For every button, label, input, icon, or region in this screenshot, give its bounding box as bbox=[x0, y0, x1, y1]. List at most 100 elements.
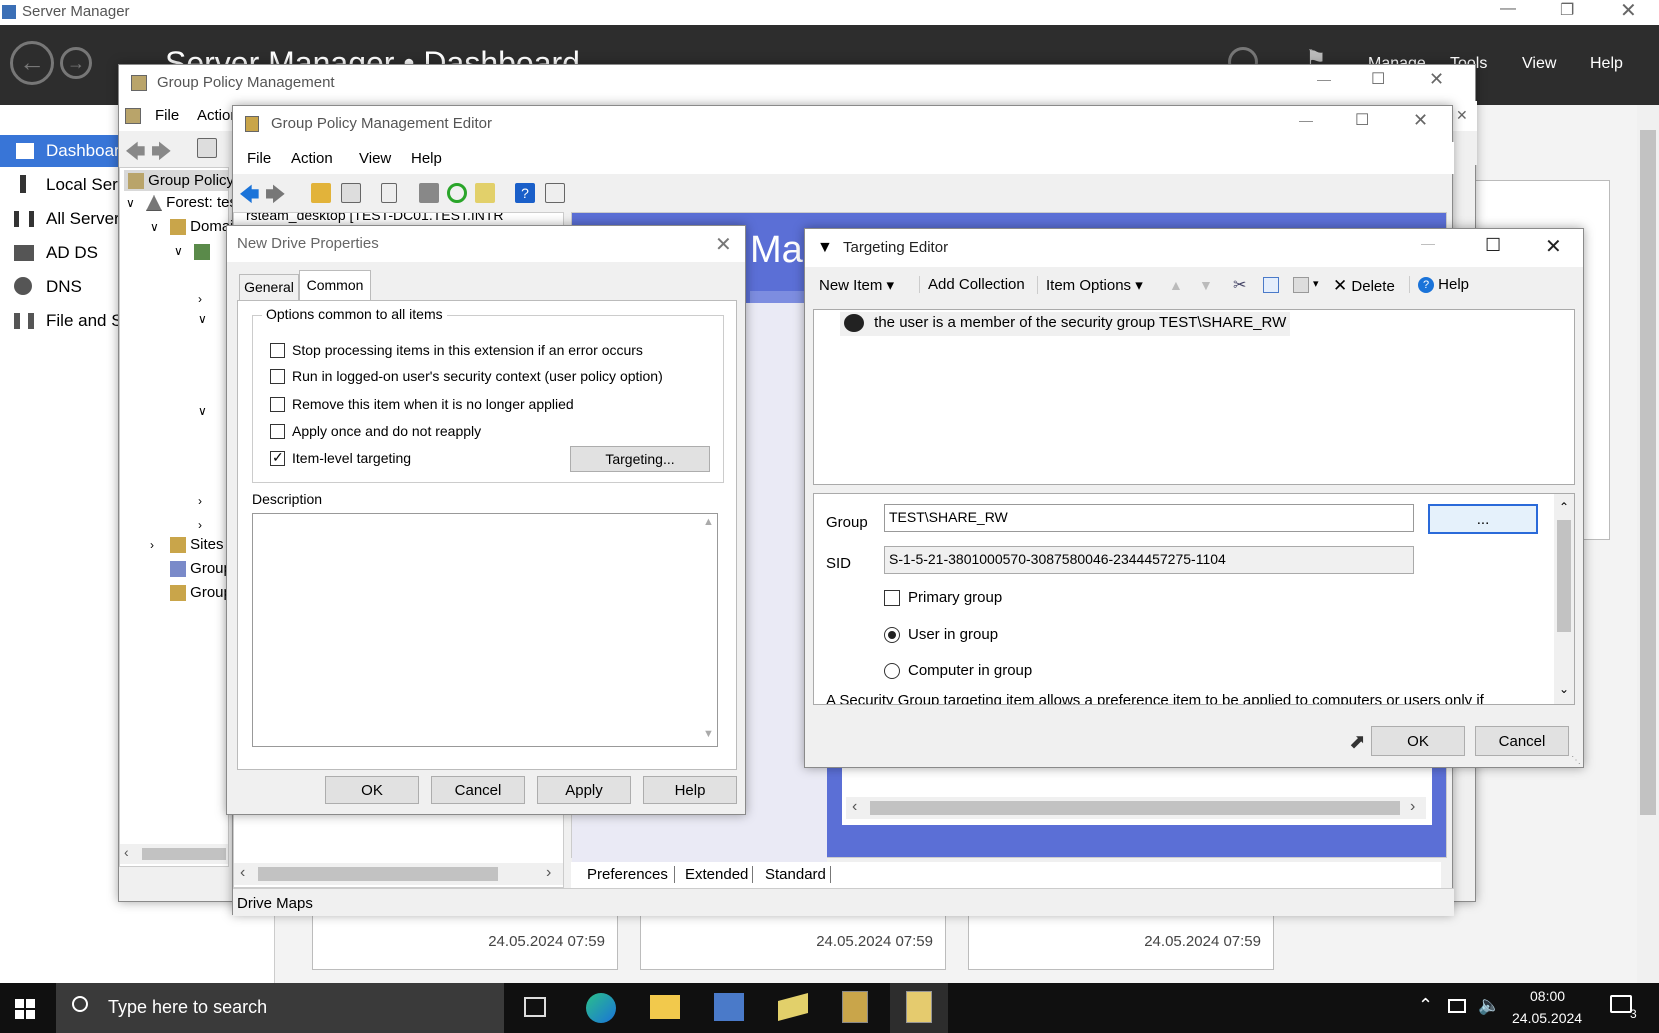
browse-button[interactable]: ... bbox=[1428, 504, 1538, 534]
sm-menu-help[interactable]: Help bbox=[1590, 55, 1623, 73]
gpme-tree-hscroll[interactable]: ‹ › bbox=[234, 863, 563, 885]
scroll-down-icon[interactable]: ▼ bbox=[703, 728, 714, 740]
scroll-up-icon[interactable]: ⌃ bbox=[1559, 500, 1569, 514]
clipboard-icon[interactable] bbox=[381, 183, 397, 203]
option-stop-processing-checkbox[interactable] bbox=[270, 343, 285, 358]
help-icon[interactable]: ? bbox=[515, 183, 535, 203]
taskbar-date[interactable]: 24.05.2024 bbox=[1512, 1010, 1582, 1026]
gpme-tree-top[interactable]: rsteam_desktop [TEST-DC01.TEST.INTR bbox=[246, 213, 504, 223]
sm-scrollbar[interactable] bbox=[1637, 105, 1659, 983]
ndp-ok-button[interactable]: OK bbox=[325, 776, 419, 804]
te-ok-button[interactable]: OK bbox=[1371, 726, 1465, 756]
task-view-icon[interactable] bbox=[524, 997, 546, 1017]
taskbar-time[interactable]: 08:00 bbox=[1530, 988, 1565, 1004]
scroll-thumb[interactable] bbox=[1557, 520, 1571, 632]
sid-input[interactable]: S-1-5-21-3801000570-3087580046-234445727… bbox=[884, 546, 1414, 574]
ndp-close-button[interactable]: ✕ bbox=[715, 232, 732, 257]
tab-extended[interactable]: Extended bbox=[681, 866, 754, 883]
cut-icon[interactable]: ✂ bbox=[1233, 275, 1246, 295]
back-icon[interactable]: ← bbox=[10, 41, 54, 85]
content-hscroll[interactable]: ‹ › bbox=[846, 797, 1426, 819]
expand-icon[interactable]: ∨ bbox=[198, 312, 207, 326]
gpme-minimize-button[interactable]: — bbox=[1299, 112, 1313, 128]
tab-preferences[interactable]: Preferences bbox=[581, 866, 675, 883]
option-apply-once-checkbox[interactable] bbox=[270, 424, 285, 439]
primary-group-label[interactable]: Primary group bbox=[908, 589, 1002, 606]
notepad-taskbar-icon[interactable] bbox=[778, 992, 808, 1022]
gpme-menu-help[interactable]: Help bbox=[411, 150, 442, 167]
move-down-icon[interactable]: ▼ bbox=[1199, 277, 1213, 293]
gpm-maximize-button[interactable]: ☐ bbox=[1371, 69, 1385, 89]
computer-in-group-label[interactable]: Computer in group bbox=[908, 662, 1032, 679]
te-maximize-button[interactable]: ☐ bbox=[1485, 235, 1501, 256]
gpm-menu-file[interactable]: File bbox=[155, 107, 179, 124]
targeting-button[interactable]: Targeting... bbox=[570, 446, 710, 472]
option-apply-once-label[interactable]: Apply once and do not reapply bbox=[292, 423, 481, 439]
primary-group-checkbox[interactable] bbox=[884, 590, 900, 606]
group-input[interactable]: TEST\SHARE_RW bbox=[884, 504, 1414, 532]
help-button[interactable]: ? Help bbox=[1409, 276, 1469, 294]
file-explorer-icon[interactable] bbox=[650, 995, 680, 1019]
properties-scrollbar[interactable]: ⌃ ⌄ bbox=[1554, 494, 1574, 704]
gpme-close-button[interactable]: ✕ bbox=[1413, 110, 1428, 131]
ndp-tab-common[interactable]: Common bbox=[299, 270, 371, 301]
show-hide-tree-icon[interactable] bbox=[341, 183, 361, 203]
option-item-level-targeting-checkbox[interactable] bbox=[270, 449, 285, 466]
sites-expand-icon[interactable]: › bbox=[150, 538, 154, 552]
gpme-menu-file[interactable]: File bbox=[247, 150, 271, 167]
item-options-button[interactable]: Item Options ▾ bbox=[1037, 276, 1143, 294]
description-textarea[interactable]: ▲ ▼ bbox=[252, 513, 718, 747]
move-up-icon[interactable]: ▲ bbox=[1169, 277, 1183, 293]
sm-restore-button[interactable]: ❐ bbox=[1560, 0, 1574, 20]
network-icon[interactable] bbox=[1448, 999, 1466, 1013]
up-folder-icon[interactable] bbox=[311, 183, 331, 203]
sm-minimize-button[interactable]: — bbox=[1500, 0, 1516, 18]
user-in-group-radio[interactable] bbox=[884, 627, 900, 643]
computer-in-group-radio[interactable] bbox=[884, 663, 900, 679]
expand-icon[interactable]: › bbox=[198, 518, 202, 532]
expand-icon[interactable]: › bbox=[198, 292, 202, 306]
option-stop-processing-label[interactable]: Stop processing items in this extension … bbox=[292, 342, 643, 358]
delete-button[interactable]: ✕ Delete bbox=[1333, 276, 1395, 296]
tab-standard[interactable]: Standard bbox=[761, 866, 831, 883]
paste-icon[interactable] bbox=[1293, 277, 1309, 293]
gpme-back-icon[interactable]: 🡄 bbox=[239, 180, 260, 214]
te-close-button[interactable]: ✕ bbox=[1545, 234, 1562, 259]
server-manager-taskbar-icon[interactable] bbox=[714, 993, 744, 1021]
add-collection-button[interactable]: Add Collection bbox=[919, 276, 1025, 293]
refresh-icon[interactable] bbox=[447, 183, 467, 203]
taskbar-search-box[interactable]: Type here to search bbox=[56, 983, 504, 1033]
gpm-inner-close[interactable]: ✕ bbox=[1456, 107, 1468, 124]
option-run-user-context-checkbox[interactable] bbox=[270, 369, 285, 384]
gpme-menu-view[interactable]: View bbox=[359, 150, 391, 167]
gpme-menu-action[interactable]: Action bbox=[291, 150, 333, 167]
forest-expand-icon[interactable]: ∨ bbox=[126, 196, 135, 210]
user-in-group-label[interactable]: User in group bbox=[908, 626, 998, 643]
te-minimize-button[interactable]: — bbox=[1421, 235, 1435, 251]
scroll-down-icon[interactable]: ⌄ bbox=[1559, 682, 1569, 696]
gpm-taskbar-icon[interactable] bbox=[842, 991, 868, 1023]
sm-close-button[interactable]: ✕ bbox=[1620, 0, 1637, 23]
volume-muted-icon[interactable]: 🔈 bbox=[1478, 995, 1500, 1016]
option-remove-item-checkbox[interactable] bbox=[270, 397, 285, 412]
new-item-button[interactable]: New Item ▾ bbox=[819, 276, 894, 294]
gpm-tree-sites[interactable]: Sites bbox=[170, 536, 224, 554]
gpme-forward-icon[interactable]: 🡆 bbox=[265, 180, 286, 214]
gpm-tree-root[interactable]: Group Policy Management bbox=[124, 170, 326, 192]
option-item-level-targeting-label[interactable]: Item-level targeting bbox=[292, 450, 411, 466]
start-button[interactable] bbox=[0, 983, 50, 1033]
expand-icon[interactable]: ∨ bbox=[198, 404, 207, 418]
ndp-help-button[interactable]: Help bbox=[643, 776, 737, 804]
option-run-user-context-label[interactable]: Run in logged-on user's security context… bbox=[292, 368, 663, 384]
sm-menu-view[interactable]: View bbox=[1522, 55, 1556, 73]
paste-dropdown-icon[interactable]: ▾ bbox=[1313, 277, 1319, 290]
expand-icon[interactable]: › bbox=[198, 494, 202, 508]
domain-expand-icon[interactable]: ∨ bbox=[174, 244, 183, 258]
te-cancel-button[interactable]: Cancel bbox=[1475, 726, 1569, 756]
gpm-close-button[interactable]: ✕ bbox=[1429, 69, 1444, 90]
notifications-icon[interactable] bbox=[1610, 995, 1632, 1013]
forward-icon[interactable]: → bbox=[60, 47, 92, 79]
edge-icon[interactable] bbox=[586, 993, 616, 1023]
ndp-cancel-button[interactable]: Cancel bbox=[431, 776, 525, 804]
gpme-maximize-button[interactable]: ☐ bbox=[1355, 110, 1369, 130]
